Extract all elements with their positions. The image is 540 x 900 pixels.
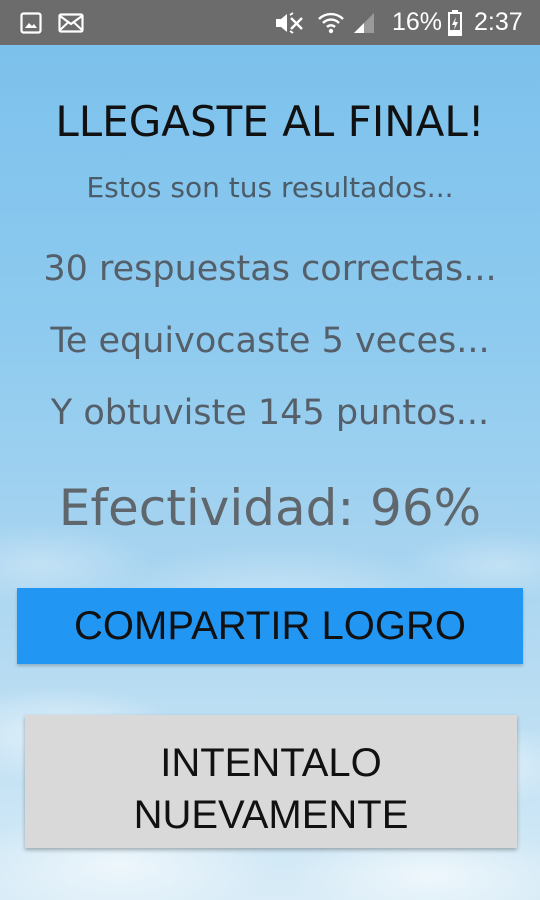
try-again-button[interactable]: INTENTALO NUEVAMENTE: [25, 715, 517, 848]
effectiveness-text: Efectividad: 96%: [58, 479, 482, 537]
status-bar: 16% 2:37: [0, 0, 540, 45]
share-achievement-button[interactable]: COMPARTIR LOGRO: [17, 588, 523, 664]
points-text: Y obtuviste 145 puntos...: [50, 393, 490, 433]
page-title: LLEGASTE AL FINAL!: [55, 97, 485, 146]
mistakes-text: Te equivocaste 5 veces...: [50, 321, 490, 361]
correct-answers-text: 30 respuestas correctas...: [43, 249, 497, 289]
try-again-label-line2: NUEVAMENTE: [133, 792, 409, 837]
mail-icon: [56, 0, 86, 45]
results-subtitle: Estos son tus resultados...: [86, 171, 454, 204]
clock: 2:37: [474, 8, 523, 36]
image-icon: [18, 0, 44, 45]
wifi-icon: [316, 0, 346, 45]
signal-icon: [350, 0, 378, 45]
try-again-label-line1: INTENTALO: [160, 740, 382, 785]
mute-icon: [272, 0, 306, 45]
battery-percent: 16%: [392, 8, 443, 36]
battery-icon: [446, 0, 464, 45]
results-screen: LLEGASTE AL FINAL! Estos son tus resulta…: [0, 45, 540, 900]
